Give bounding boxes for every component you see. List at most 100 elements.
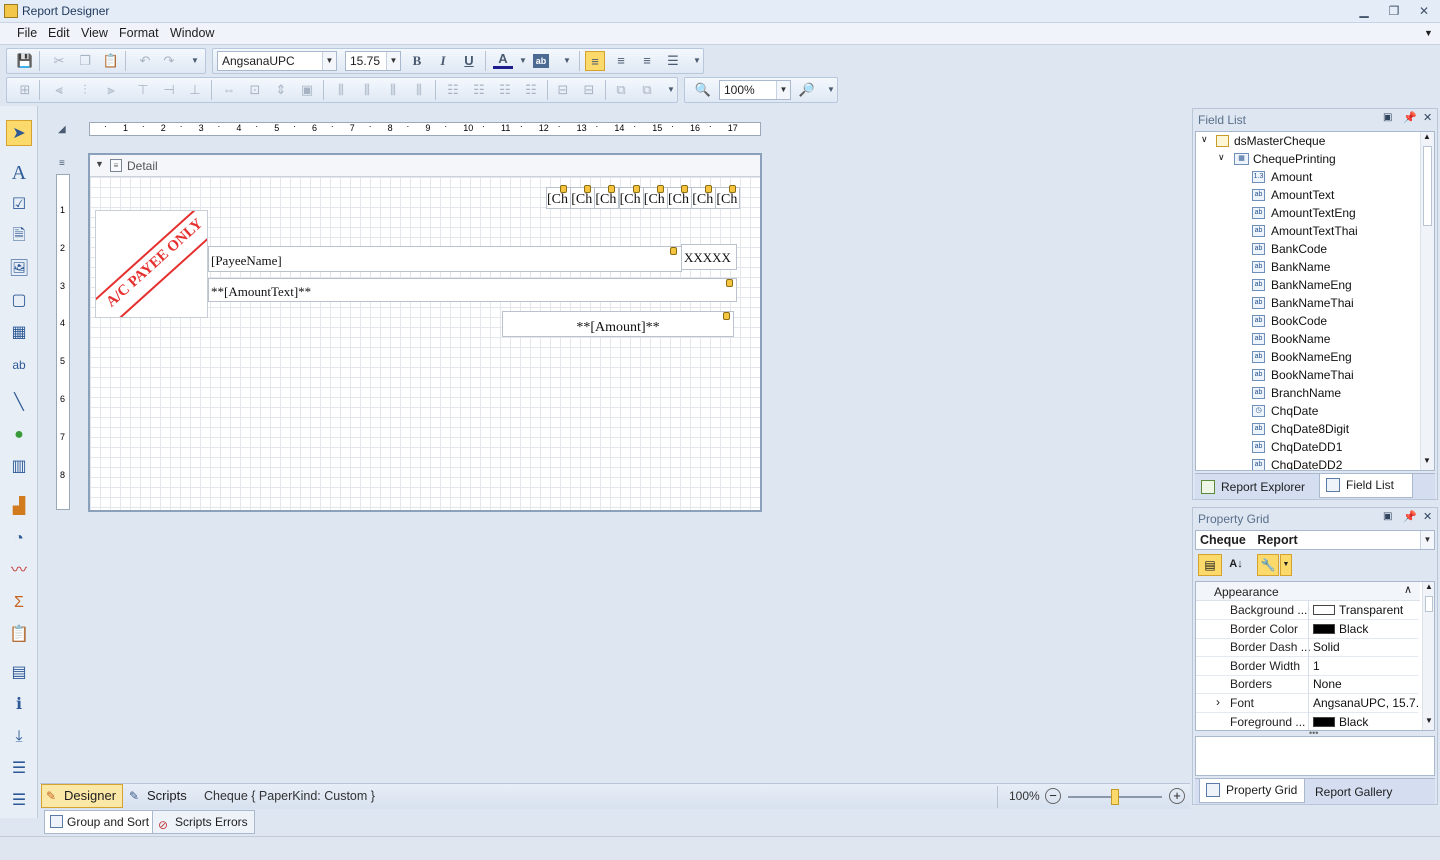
chevron-down-icon[interactable]: ▼ bbox=[513, 51, 533, 71]
property-row[interactable]: Borders None bbox=[1196, 675, 1418, 695]
panel-menu-icon[interactable]: ▣ bbox=[1383, 511, 1392, 522]
save-icon[interactable]: 💾 bbox=[15, 51, 35, 71]
scroll-down-icon[interactable]: ▼ bbox=[1425, 716, 1433, 725]
h-spacing-remove-icon[interactable]: ⫼ bbox=[409, 80, 429, 100]
categorized-icon[interactable]: ▤ bbox=[1198, 554, 1222, 576]
zoom-slider[interactable] bbox=[1068, 789, 1162, 805]
field-item[interactable]: ab BankNameEng bbox=[1196, 276, 1420, 294]
scroll-up-icon[interactable]: ▲ bbox=[1425, 582, 1433, 591]
report-page[interactable]: ▼ ≡ Detail A/C PAYEE ONLY [Ch [Ch [Ch [Ch [C… bbox=[88, 153, 762, 512]
label-tool-icon[interactable]: A bbox=[6, 160, 32, 186]
bold-icon[interactable]: B bbox=[407, 51, 427, 71]
property-row[interactable]: Foreground ... Black bbox=[1196, 712, 1418, 730]
chevron-down-icon[interactable]: ▼ bbox=[776, 81, 790, 99]
collapse-icon[interactable]: ∧ bbox=[1404, 583, 1412, 596]
align-tops-icon[interactable]: ⊤ bbox=[133, 80, 153, 100]
same-width-icon[interactable]: ⇔ bbox=[219, 80, 239, 100]
summary-tool-icon[interactable]: Σ bbox=[6, 590, 32, 616]
barcode-tool-icon[interactable]: ▥ bbox=[6, 454, 32, 480]
field-item[interactable]: ab AmountTextEng bbox=[1196, 204, 1420, 222]
align-center-icon[interactable]: ≡ bbox=[611, 51, 631, 71]
toolbar-overflow-icon[interactable]: ▼ bbox=[185, 51, 205, 71]
pivot-grid-tool-icon[interactable]: ▤ bbox=[6, 660, 32, 686]
cheque-date-digit[interactable]: [Ch bbox=[691, 187, 717, 209]
richtext-tool-icon[interactable]: 🗎 bbox=[6, 223, 32, 249]
cheque-date-digit[interactable]: [Ch bbox=[546, 187, 571, 209]
wrench-icon[interactable]: 🔧 bbox=[1257, 554, 1279, 576]
detail-band[interactable]: A/C PAYEE ONLY [Ch [Ch [Ch [Ch [Ch [Ch [Ch [Ch … bbox=[90, 177, 760, 510]
toolbar-overflow-icon[interactable]: ▼ bbox=[821, 80, 841, 100]
field-item[interactable]: ab ChqDate8Digit bbox=[1196, 420, 1420, 438]
zoom-combo[interactable]: 100% ▼ bbox=[719, 80, 791, 100]
h-spacing-decrease-icon[interactable]: ⫼ bbox=[383, 80, 403, 100]
sparkline-tool-icon[interactable]: 〰 bbox=[6, 558, 32, 584]
line-tool-icon[interactable]: ╲ bbox=[6, 390, 32, 416]
align-left-icon[interactable]: ≡ bbox=[585, 51, 605, 71]
toolbar-overflow-icon[interactable]: ▼ bbox=[661, 80, 681, 100]
payee-stamp-picture[interactable]: A/C PAYEE ONLY bbox=[95, 210, 208, 318]
toolbar-overflow-icon[interactable]: ▼ bbox=[687, 51, 707, 71]
menu-format[interactable]: Format bbox=[119, 26, 159, 40]
align-lefts-icon[interactable]: ⫷ bbox=[49, 80, 69, 100]
pin-icon[interactable]: 📌 bbox=[1403, 510, 1417, 523]
xxxxx-field[interactable]: XXXXX bbox=[681, 244, 737, 270]
field-item[interactable]: ab BankName bbox=[1196, 258, 1420, 276]
align-right-icon[interactable]: ≡ bbox=[637, 51, 657, 71]
tab-field-list[interactable]: Field List bbox=[1319, 474, 1413, 498]
chevron-down-icon[interactable]: ▼ bbox=[557, 51, 577, 71]
close-icon[interactable]: ✕ bbox=[1423, 510, 1432, 523]
property-value[interactable]: Black bbox=[1308, 619, 1418, 639]
copy-icon[interactable]: ❐ bbox=[75, 51, 95, 71]
font-size-combo[interactable]: 15.75 ▼ bbox=[345, 51, 401, 71]
property-row[interactable]: Background ... Transparent bbox=[1196, 601, 1418, 620]
property-row[interactable]: Border Color Black bbox=[1196, 619, 1418, 639]
h-spacing-increase-icon[interactable]: ⫼ bbox=[357, 80, 377, 100]
zoom-in-button[interactable]: + bbox=[1169, 788, 1185, 804]
cross-band-line-tool-icon[interactable]: ☰ bbox=[6, 756, 32, 782]
center-vertically-icon[interactable]: ⊟ bbox=[579, 80, 599, 100]
character-comb-tool-icon[interactable]: ab bbox=[6, 352, 32, 378]
property-value[interactable]: 1 bbox=[1308, 656, 1418, 676]
align-rights-icon[interactable]: ⫸ bbox=[101, 80, 121, 100]
cheque-date-digit[interactable]: [Ch bbox=[594, 187, 620, 209]
menu-window[interactable]: Window bbox=[170, 26, 214, 40]
clipboard-tool-icon[interactable]: 📋 bbox=[6, 622, 32, 648]
field-item[interactable]: ab AmountText bbox=[1196, 186, 1420, 204]
align-middles-icon[interactable]: ⊣ bbox=[159, 80, 179, 100]
chevron-down-icon[interactable]: ▼ bbox=[1420, 531, 1434, 549]
field-item[interactable]: ab BookNameEng bbox=[1196, 348, 1420, 366]
center-horizontally-icon[interactable]: ⊟ bbox=[553, 80, 573, 100]
field-item[interactable]: ab BookNameThai bbox=[1196, 366, 1420, 384]
field-item[interactable]: ab ChqDateDD2 bbox=[1196, 456, 1420, 470]
alphabetical-sort-icon[interactable]: A↓ bbox=[1225, 554, 1247, 576]
cheque-date-digit[interactable]: [Ch bbox=[667, 187, 692, 209]
panel-tool-icon[interactable]: ▢ bbox=[6, 288, 32, 314]
field-item[interactable]: ab BookCode bbox=[1196, 312, 1420, 330]
tab-group-and-sort[interactable]: Group and Sort bbox=[44, 810, 157, 834]
align-bottoms-icon[interactable]: ⊥ bbox=[185, 80, 205, 100]
field-item[interactable]: ab BranchName bbox=[1196, 384, 1420, 402]
justify-icon[interactable]: ☰ bbox=[663, 51, 683, 71]
align-centers-icon[interactable]: ⫶ bbox=[75, 80, 95, 100]
back-color-icon[interactable]: ab bbox=[533, 54, 549, 68]
tab-scripts[interactable]: ✎ Scripts bbox=[124, 784, 194, 808]
minimize-icon[interactable]: ▁ bbox=[1354, 3, 1374, 19]
close-icon[interactable]: ✕ bbox=[1414, 3, 1434, 19]
property-value[interactable]: Solid bbox=[1308, 638, 1418, 658]
pin-icon[interactable]: 📌 bbox=[1403, 111, 1417, 124]
property-value[interactable]: Black bbox=[1308, 712, 1418, 730]
align-to-grid-icon[interactable]: ⊞ bbox=[15, 80, 35, 100]
property-scrollbar[interactable]: ▲ ▼ bbox=[1422, 582, 1434, 730]
field-item[interactable]: ◷ ChqDate bbox=[1196, 402, 1420, 420]
h-spacing-equal-icon[interactable]: ⫼ bbox=[331, 80, 351, 100]
v-spacing-equal-icon[interactable]: ☷ bbox=[443, 80, 463, 100]
zoom-in-icon[interactable]: 🔎 bbox=[797, 80, 817, 100]
italic-icon[interactable]: I bbox=[433, 51, 453, 71]
expand-icon[interactable]: ∨ bbox=[1201, 134, 1208, 145]
amount-field[interactable]: **[Amount]** bbox=[502, 311, 734, 337]
property-row[interactable]: Border Dash ... Solid bbox=[1196, 638, 1418, 658]
panel-menu-icon[interactable]: ▣ bbox=[1383, 112, 1392, 123]
payee-name-field[interactable]: [PayeeName] bbox=[208, 246, 682, 272]
shape-tool-icon[interactable]: ● bbox=[6, 422, 32, 448]
amount-text-field[interactable]: **[AmountText]** bbox=[208, 278, 737, 302]
